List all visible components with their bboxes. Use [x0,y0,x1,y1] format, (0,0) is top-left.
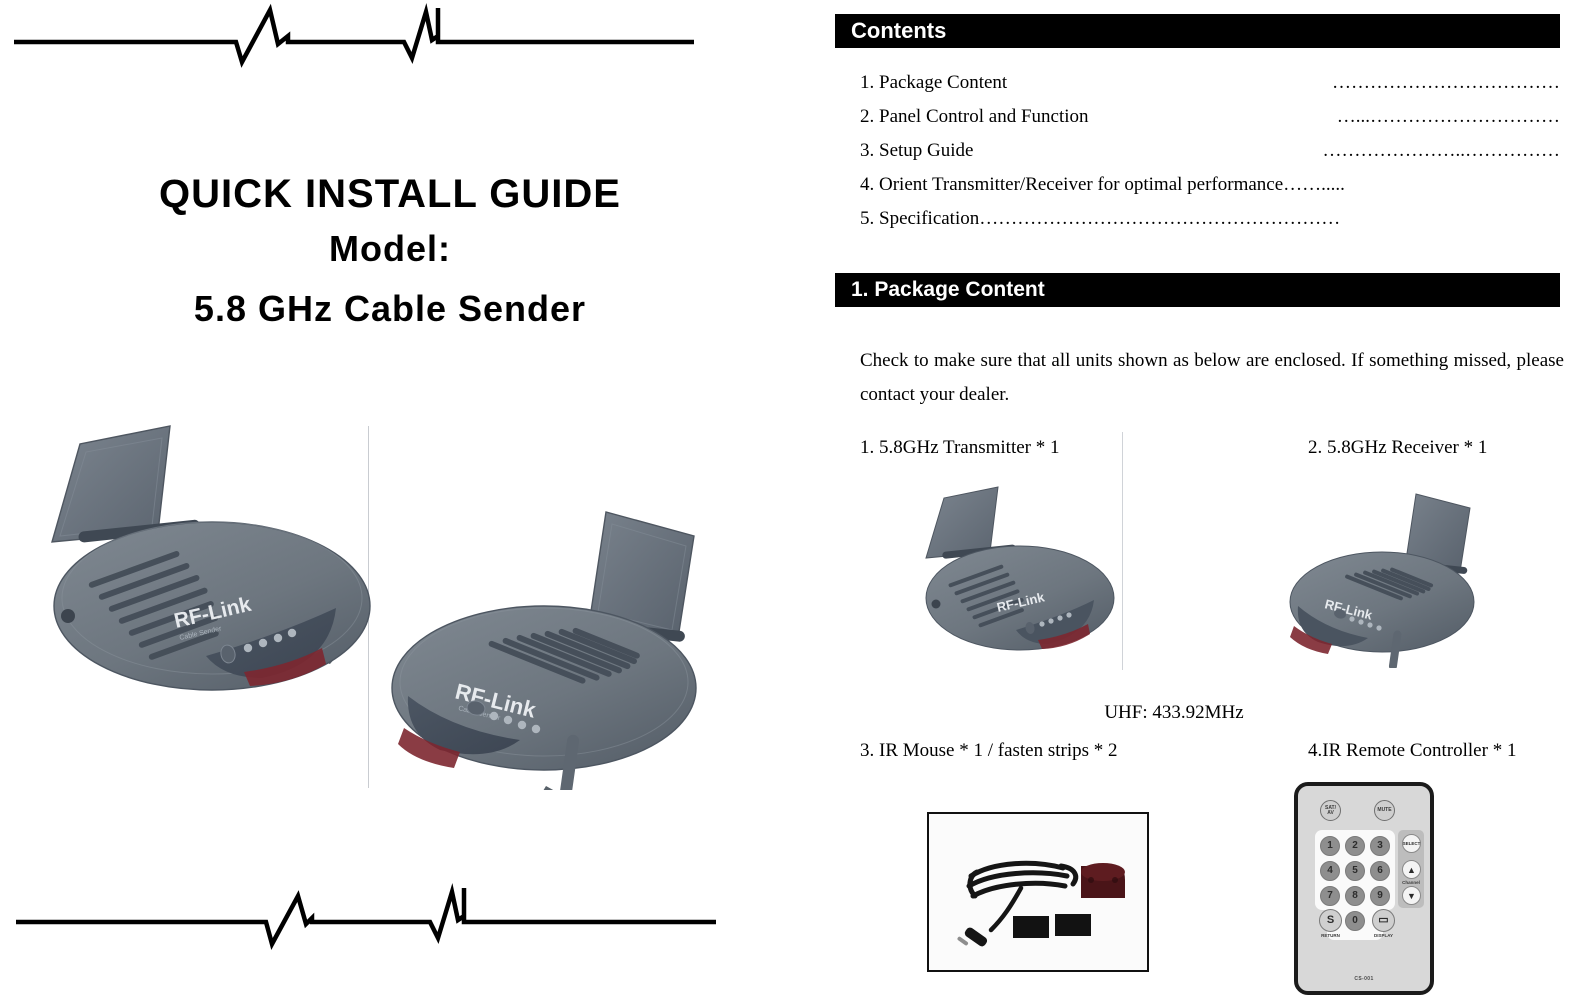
remote-key-1-label: 1 [1327,840,1333,851]
cover-title-line-1: QUICK INSTALL GUIDE [159,172,621,216]
package-header-label: 1. Package Content [851,278,1045,301]
toc-item-label: 4. Orient Transmitter/Receiver for optim… [860,174,1284,195]
remote-key-5[interactable]: 5 [1345,861,1365,881]
toc-item-leader: ……..... [1283,174,1345,195]
remote-key-2-label: 2 [1352,840,1358,851]
remote-key-7-label: 7 [1327,890,1333,901]
cover-page: QUICK INSTALL GUIDE Model: 5.8 GHz Cable… [0,0,812,995]
cover-title-line-3: 5.8 GHz Cable Sender [193,288,587,329]
remote-return-label: RETURN [1321,933,1340,938]
remote-button-return[interactable]: S [1319,909,1342,932]
remote-key-6[interactable]: 6 [1370,861,1390,881]
package-item-4-label: 4.IR Remote Controller * 1 [1308,740,1517,761]
remote-button-channel-up[interactable]: ▲ [1402,860,1421,879]
remote-key-8[interactable]: 8 [1345,886,1365,906]
remote-channel-down-icon: ▼ [1407,890,1416,901]
remote-select-label: SELECT [1402,841,1421,846]
package-intro-text: Check to make sure that all units shown … [860,350,1564,405]
remote-key-9-label: 9 [1377,890,1383,901]
package-section-header: 1. Package Content [835,273,1560,307]
table-of-contents: 1. Package Content ……………………………… 2. Panel… [860,66,1560,236]
remote-display-label: DISPLAY [1373,933,1394,938]
toc-item-label: 3. Setup Guide [860,140,974,161]
package-item-labels-row-1: 1. 5.8GHz Transmitter * 1 2. 5.8GHz Rece… [860,435,1564,461]
remote-channel-label: Channel [1402,880,1420,885]
toc-item[interactable]: 1. Package Content ……………………………… [860,66,1560,100]
remote-key-0-label: 0 [1352,915,1358,926]
remote-display-icon: ▭ [1378,914,1389,926]
toc-item-label: 2. Panel Control and Function [860,106,1089,127]
remote-button-sat-av-line2: AV [1327,809,1334,816]
remote-key-8-label: 8 [1352,890,1358,901]
contents-section-header: Contents [835,14,1560,48]
toc-item[interactable]: 4. Orient Transmitter/Receiver for optim… [860,168,1560,202]
toc-item-label: 5. Specification [860,208,980,229]
decorative-break-rule-bottom [16,883,716,951]
cover-device-photo-transmitter: RF-Link Cable Sender [30,420,390,720]
package-item-labels-row-2: 3. IR Mouse * 1 / fasten strips * 2 4.IR… [860,738,1564,764]
toc-item[interactable]: 5. Specification ………………………………………………… [860,202,1560,236]
remote-model-code: CS-001 [1354,976,1374,982]
toc-item-label: 1. Package Content [860,72,1008,93]
toc-item[interactable]: 3. Setup Guide …………………..…………… [860,134,1560,168]
uhf-frequency-note: UHF: 433.92MHz [1104,702,1244,723]
remote-button-sat-av[interactable]: SAT/ AV [1320,800,1341,821]
remote-button-channel-down[interactable]: ▼ [1402,886,1421,905]
remote-key-1[interactable]: 1 [1320,836,1340,856]
remote-key-9[interactable]: 9 [1370,886,1390,906]
package-item-3-label: 3. IR Mouse * 1 / fasten strips * 2 [860,740,1118,761]
remote-return-icon: S [1326,914,1335,926]
package-item-2-label: 2. 5.8GHz Receiver * 1 [1308,437,1488,458]
decorative-break-rule-top [14,3,694,68]
remote-channel-up-icon: ▲ [1407,864,1416,875]
package-photo-ir-remote-controller: SAT/ AV MUTE 1 2 3 4 5 6 7 8 9 0 S RETUR… [1294,782,1434,995]
toc-item-leader: …………………..…………… [1322,140,1561,161]
cover-device-photo-receiver: RF-Link Cable Sender [378,490,718,790]
package-photo-ir-mouse [927,812,1149,972]
remote-button-mute[interactable]: MUTE [1374,800,1395,821]
remote-button-select[interactable]: SELECT [1402,834,1421,853]
package-photo-divider [1122,432,1123,670]
remote-body: SAT/ AV MUTE 1 2 3 4 5 6 7 8 9 0 S RETUR… [1294,782,1434,995]
remote-button-mute-label: MUTE [1377,807,1392,813]
remote-key-4-label: 4 [1327,865,1333,876]
toc-item[interactable]: 2. Panel Control and Function …...………………… [860,100,1560,134]
remote-key-0[interactable]: 0 [1345,911,1365,931]
package-photo-transmitter: RF-Link [912,482,1122,668]
toc-item-leader: …...………………………… [1336,106,1560,127]
remote-button-display[interactable]: ▭ [1372,909,1395,932]
manual-page: Contents 1. Package Content ………………………………… [812,0,1584,995]
cover-title-block: QUICK INSTALL GUIDE Model: 5.8 GHz Cable… [0,168,780,340]
toc-item-leader: ………………………………………………… [979,208,1341,229]
contents-header-label: Contents [851,18,947,43]
package-item-1-label: 1. 5.8GHz Transmitter * 1 [860,437,1060,458]
remote-key-2[interactable]: 2 [1345,836,1365,856]
cover-title-line-2: Model: [329,228,451,269]
remote-key-3-label: 3 [1377,840,1383,851]
package-photo-receiver: RF-Link [1282,482,1492,668]
toc-item-leader: ……………………………… [1332,72,1560,93]
remote-key-7[interactable]: 7 [1320,886,1340,906]
remote-key-5-label: 5 [1352,865,1358,876]
remote-key-6-label: 6 [1377,865,1383,876]
remote-key-4[interactable]: 4 [1320,861,1340,881]
remote-key-3[interactable]: 3 [1370,836,1390,856]
